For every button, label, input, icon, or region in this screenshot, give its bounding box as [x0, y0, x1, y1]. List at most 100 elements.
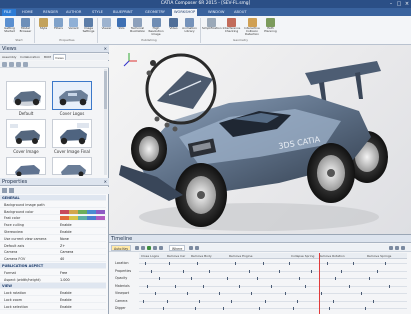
- keyframe[interactable]: [223, 307, 224, 310]
- keyframe[interactable]: [197, 262, 198, 265]
- property-row[interactable]: Camera FOV 40: [0, 256, 106, 263]
- marker-label[interactable]: Remove Springs: [367, 253, 391, 259]
- style-button[interactable]: Style: [36, 17, 51, 37]
- marker-label[interactable]: Close Logos: [141, 253, 159, 259]
- view-thumbnail[interactable]: [52, 119, 92, 148]
- keyframe[interactable]: [147, 284, 148, 288]
- getting-started-button[interactable]: Getting Started: [2, 17, 17, 37]
- keyframe[interactable]: [333, 299, 334, 303]
- previous-icon[interactable]: [141, 246, 145, 250]
- keyframe[interactable]: [175, 284, 176, 288]
- color-swatch[interactable]: [69, 209, 78, 214]
- minimize-icon[interactable]: –: [387, 0, 395, 8]
- keyframe[interactable]: [321, 292, 322, 295]
- update-view-icon[interactable]: [9, 62, 14, 67]
- keyframe[interactable]: [155, 292, 156, 295]
- close-icon[interactable]: ×: [403, 0, 411, 8]
- keyframe[interactable]: [209, 269, 210, 273]
- tab-render[interactable]: RENDER: [41, 9, 60, 16]
- property-value[interactable]: Enable: [60, 304, 72, 310]
- close-icon[interactable]: ✕: [104, 178, 107, 186]
- color-swatch[interactable]: [78, 209, 87, 214]
- keyframe[interactable]: [191, 277, 192, 280]
- keyframe[interactable]: [235, 262, 236, 265]
- keyframe[interactable]: [377, 269, 378, 273]
- property-value[interactable]: Enable: [60, 290, 72, 296]
- keyframe[interactable]: [143, 299, 144, 303]
- color-swatch[interactable]: [96, 216, 105, 221]
- keyframe[interactable]: [219, 292, 220, 295]
- property-row[interactable]: Lock selection Enable: [0, 304, 106, 310]
- keyframe[interactable]: [183, 269, 184, 273]
- keyframe[interactable]: [263, 262, 264, 265]
- marker-label[interactable]: Collapse Spring: [291, 253, 314, 259]
- track-lane[interactable]: [139, 285, 407, 287]
- fit-icon[interactable]: [401, 246, 405, 250]
- property-section[interactable]: VIEW: [0, 283, 106, 290]
- filter-icon[interactable]: [195, 246, 199, 250]
- property-row[interactable]: Background color: [0, 209, 106, 215]
- keyframe[interactable]: [389, 284, 390, 288]
- timeline-track[interactable]: Properties: [109, 269, 411, 274]
- track-lane[interactable]: [139, 293, 407, 294]
- timeline-track[interactable]: Camera: [109, 299, 411, 304]
- keyframe[interactable]: [271, 284, 272, 288]
- marker-label[interactable]: Remove Car: [167, 253, 185, 259]
- sort-icon[interactable]: [2, 188, 7, 193]
- tab-home[interactable]: HOME: [20, 9, 35, 16]
- color-swatch[interactable]: [78, 216, 87, 221]
- property-row[interactable]: Use current view camera None: [0, 236, 106, 242]
- timeline-track[interactable]: Materials: [109, 284, 411, 289]
- 3d-viewport[interactable]: 3DS CATIA: [109, 45, 411, 234]
- next-icon[interactable]: [153, 246, 157, 250]
- keyframe[interactable]: [279, 269, 280, 273]
- scrollbar-thumb[interactable]: [104, 71, 107, 109]
- property-value[interactable]: Free: [60, 270, 67, 276]
- keyframe[interactable]: [353, 262, 354, 265]
- keyframe[interactable]: [311, 269, 312, 273]
- property-row[interactable]: Fast color: [0, 215, 106, 222]
- tab-style[interactable]: STYLE: [90, 9, 105, 16]
- where-dropdown[interactable]: Where: [169, 245, 186, 251]
- property-row[interactable]: Stereoview Enable: [0, 229, 106, 235]
- tab-about[interactable]: ABOUT: [232, 9, 249, 16]
- keyframe[interactable]: [169, 262, 170, 265]
- keyframe[interactable]: [159, 277, 160, 280]
- tab-author[interactable]: AUTHOR: [64, 9, 83, 16]
- property-row[interactable]: Default axis Z+: [0, 243, 106, 249]
- marker-label[interactable]: Remove Engine: [229, 253, 252, 259]
- tab-collaboration[interactable]: Collaboration: [19, 54, 41, 60]
- tab-views[interactable]: Views: [53, 54, 66, 60]
- tab-workshop[interactable]: WORKSHOP: [172, 9, 198, 16]
- keyframe[interactable]: [289, 262, 290, 265]
- keyframe[interactable]: [327, 262, 328, 265]
- create-view-icon[interactable]: [2, 62, 7, 67]
- go-start-icon[interactable]: [135, 246, 139, 250]
- property-section[interactable]: PUBLICATION ASPECT: [0, 263, 106, 269]
- timeline-track[interactable]: Viewport: [109, 291, 411, 296]
- track-lane[interactable]: [139, 270, 407, 272]
- play-icon[interactable]: [147, 246, 151, 250]
- property-row[interactable]: Background image path: [0, 202, 106, 208]
- keyframe[interactable]: [203, 284, 204, 288]
- simplification-button[interactable]: Simplification: [202, 17, 222, 37]
- keyframe[interactable]: [361, 292, 362, 295]
- color-swatch[interactable]: [96, 209, 105, 214]
- track-lane[interactable]: [139, 300, 407, 302]
- path-planning-button[interactable]: Path Planning: [263, 17, 278, 37]
- color-swatch[interactable]: [69, 216, 78, 221]
- viewer-button[interactable]: Viewer: [99, 17, 114, 37]
- tab-geometry[interactable]: GEOMETRY: [143, 9, 167, 16]
- keyframe[interactable]: [195, 307, 196, 310]
- video-button[interactable]: Video: [166, 17, 181, 37]
- view-thumbnail[interactable]: [6, 119, 46, 148]
- keyframe[interactable]: [365, 307, 366, 310]
- filters-button[interactable]: Filters: [51, 17, 66, 37]
- color-swatch[interactable]: [60, 216, 69, 221]
- tab-assembly[interactable]: Assembly: [1, 54, 17, 60]
- keyframe[interactable]: [385, 262, 386, 265]
- property-row[interactable]: Lock zoom Enable: [0, 297, 106, 303]
- keyframe[interactable]: [297, 299, 298, 303]
- keyframe[interactable]: [305, 284, 306, 288]
- svg-button[interactable]: SVG: [114, 17, 129, 37]
